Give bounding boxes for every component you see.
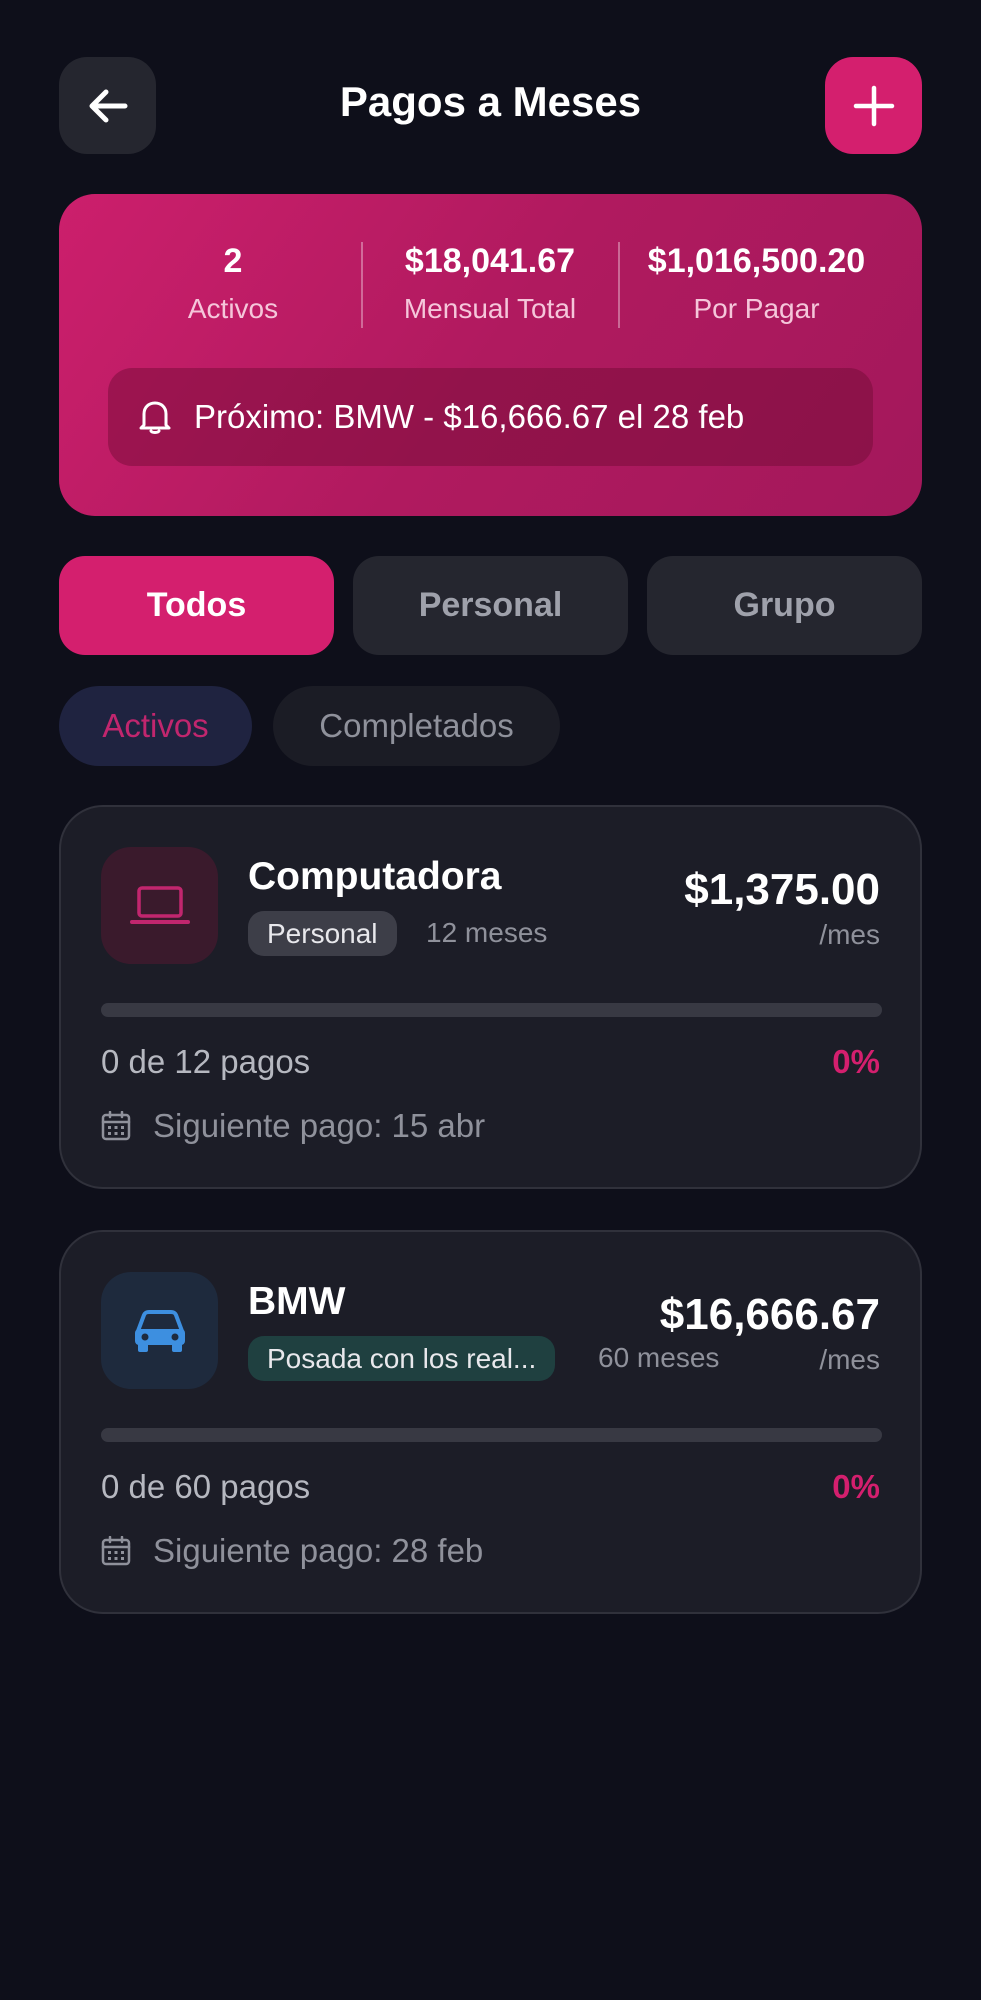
remaining-total-stat: $1,016,500.20 Por Pagar <box>619 242 894 325</box>
plan-months: 60 meses <box>598 1342 720 1373</box>
plan-title: Computadora <box>248 855 502 898</box>
filter-completados[interactable]: Completados <box>273 686 560 766</box>
car-icon <box>134 1309 185 1352</box>
plan-per-month: /mes <box>819 919 880 950</box>
filter-activos[interactable]: Activos <box>59 686 252 766</box>
active-count-value: 2 <box>223 242 243 280</box>
progress-bar <box>101 1003 882 1017</box>
progress-percent: 0% <box>832 1468 880 1505</box>
plan-amount: $1,375.00 <box>684 865 880 914</box>
remaining-total-value: $1,016,500.20 <box>647 242 866 280</box>
calendar-icon <box>101 1111 131 1141</box>
next-payment-date: Siguiente pago: 28 feb <box>153 1532 484 1569</box>
plan-amount: $16,666.67 <box>659 1290 880 1339</box>
payment-plan-card[interactable]: BMW Posada con los real... 60 meses $16,… <box>59 1230 922 1614</box>
progress-count: 0 de 12 pagos <box>101 1043 311 1080</box>
plan-icon-tile <box>101 847 218 964</box>
monthly-total-stat: $18,041.67 Mensual Total <box>365 242 615 325</box>
next-payment-row: Siguiente pago: 28 feb <box>101 1532 483 1570</box>
next-payment-row: Siguiente pago: 15 abr <box>101 1107 485 1145</box>
progress-count: 0 de 60 pagos <box>101 1468 311 1505</box>
next-payment-text: Próximo: BMW - $16,666.67 el 28 feb <box>194 398 745 435</box>
progress-percent: 0% <box>832 1043 880 1080</box>
bell-icon <box>139 401 171 434</box>
category-tabs: Todos Personal Grupo <box>59 556 922 655</box>
monthly-total-label: Mensual Total <box>403 293 577 324</box>
remaining-total-label: Por Pagar <box>693 293 820 324</box>
monthly-total-value: $18,041.67 <box>404 242 576 280</box>
plan-tag: Posada con los real... <box>248 1336 556 1381</box>
next-payment-date: Siguiente pago: 15 abr <box>153 1107 486 1144</box>
active-count-stat: 2 Activos <box>108 242 358 325</box>
stat-divider <box>361 242 363 328</box>
add-payment-button[interactable] <box>825 57 922 154</box>
plan-icon-tile <box>101 1272 218 1389</box>
active-count-label: Activos <box>187 293 279 324</box>
tab-grupo[interactable]: Grupo <box>647 556 922 655</box>
plan-tag: Personal <box>248 911 397 956</box>
tab-todos[interactable]: Todos <box>59 556 334 655</box>
plan-title: BMW <box>248 1280 346 1323</box>
next-payment-banner[interactable]: Próximo: BMW - $16,666.67 el 28 feb <box>108 368 873 466</box>
plus-icon <box>853 85 894 126</box>
payment-plan-card[interactable]: Computadora Personal 12 meses $1,375.00 … <box>59 805 922 1189</box>
calendar-icon <box>101 1536 131 1566</box>
summary-card: 2 Activos $18,041.67 Mensual Total $1,01… <box>59 194 922 516</box>
plan-per-month: /mes <box>819 1344 880 1375</box>
plan-months: 12 meses <box>426 917 548 948</box>
tab-personal[interactable]: Personal <box>353 556 628 655</box>
progress-bar <box>101 1428 882 1442</box>
laptop-icon <box>129 885 190 924</box>
header: Pagos a Meses <box>0 0 981 160</box>
